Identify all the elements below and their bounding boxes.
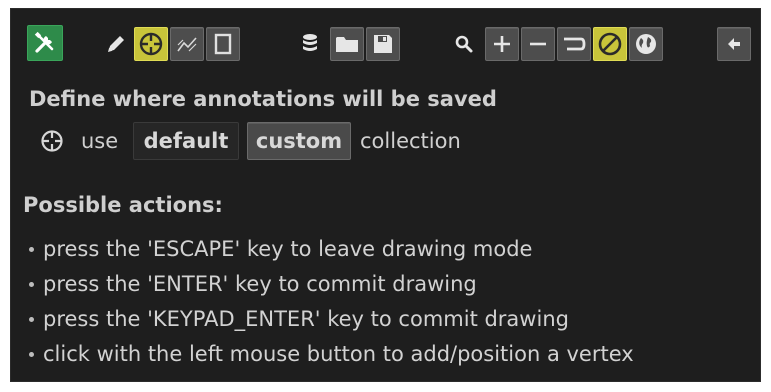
list-item: press the 'ESCAPE' key to leave drawing … (29, 231, 634, 266)
polyline-tool-button[interactable] (170, 27, 204, 61)
back-button[interactable] (717, 27, 751, 61)
list-item: press the 'KEYPAD_ENTER' key to commit d… (29, 301, 634, 336)
list-item: click with the left mouse button to add/… (29, 336, 634, 371)
use-label: use (81, 129, 119, 153)
actions-list: press the 'ESCAPE' key to leave drawing … (29, 231, 634, 371)
cancel-icon (598, 32, 622, 56)
custom-collection-button[interactable]: custom (247, 122, 351, 160)
tools-icon (34, 31, 54, 53)
undo-icon (564, 37, 586, 51)
collection-label: collection (360, 129, 461, 153)
point-tool-button[interactable] (134, 27, 168, 61)
zoom-in-button[interactable] (485, 27, 519, 61)
bullet-icon (29, 352, 34, 357)
crosshair-icon (139, 32, 163, 56)
collection-heading: Define where annotations will be saved (29, 87, 497, 111)
minus-icon (530, 42, 546, 46)
polyline-icon (177, 37, 197, 52)
action-text: click with the left mouse button to add/… (43, 341, 634, 366)
search-button[interactable] (447, 27, 481, 61)
bullet-icon (29, 317, 34, 322)
search-icon (455, 35, 473, 53)
action-text: press the 'ENTER' key to commit drawing (43, 271, 477, 296)
pencil-icon (108, 36, 124, 52)
toolbar (27, 23, 755, 67)
bullet-icon (29, 247, 34, 252)
actions-title: Possible actions: (23, 193, 223, 217)
arrow-left-icon (728, 38, 740, 50)
globe-icon (636, 34, 656, 54)
cancel-button[interactable] (593, 27, 627, 61)
undo-button[interactable] (557, 27, 591, 61)
action-text: press the 'KEYPAD_ENTER' key to commit d… (43, 306, 569, 331)
save-button[interactable] (366, 27, 400, 61)
database-button[interactable] (293, 27, 327, 61)
pencil-button[interactable] (99, 27, 133, 61)
action-text: press the 'ESCAPE' key to leave drawing … (43, 236, 533, 261)
default-collection-button[interactable]: default (133, 122, 239, 160)
folder-icon (336, 37, 358, 52)
plus-icon (494, 36, 510, 52)
open-folder-button[interactable] (330, 27, 364, 61)
save-icon (374, 35, 392, 53)
rectangle-icon (214, 33, 232, 55)
tools-button[interactable] (27, 25, 63, 61)
globe-button[interactable] (629, 27, 663, 61)
collection-selector: use default custom collection (27, 121, 627, 163)
zoom-out-button[interactable] (521, 27, 555, 61)
database-icon (303, 34, 317, 51)
rectangle-tool-button[interactable] (206, 27, 240, 61)
annotation-panel: Define where annotations will be saved u… (10, 8, 761, 382)
list-item: press the 'ENTER' key to commit drawing (29, 266, 634, 301)
bullet-icon (29, 282, 34, 287)
crosshair-icon (41, 130, 63, 152)
